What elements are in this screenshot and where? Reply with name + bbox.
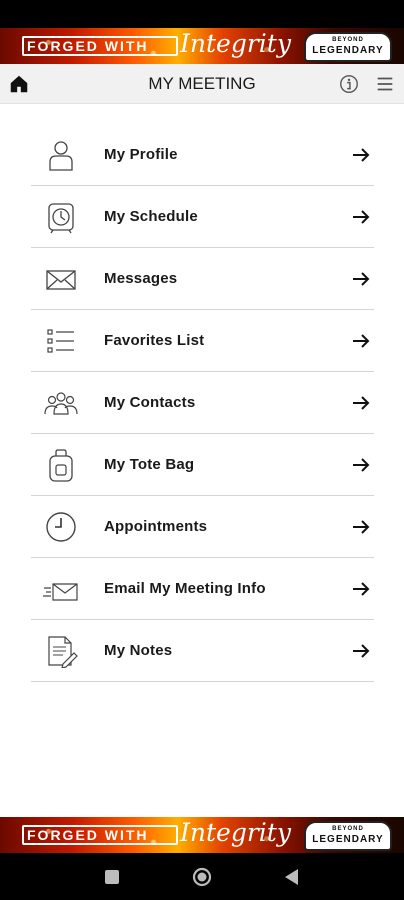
group-icon	[44, 392, 78, 415]
badge-bottom-text: LEGENDARY	[312, 45, 384, 56]
arrow-right-icon	[353, 644, 370, 658]
banner-forged-text: FORGED WITH	[22, 36, 178, 56]
menu-item-label: My Profile	[104, 146, 178, 163]
arrow-right-icon	[353, 396, 370, 410]
badge-top-text: BEYOND	[332, 37, 364, 43]
envelope-icon	[46, 270, 76, 290]
arrow-right-icon	[353, 458, 370, 472]
back-triangle-icon[interactable]	[281, 866, 303, 888]
menu-item-label: Favorites List	[104, 332, 205, 349]
arrow-right-icon	[353, 210, 370, 224]
menu-item-appointments[interactable]: Appointments	[31, 496, 374, 558]
menu-item-label: My Notes	[104, 642, 173, 659]
menu-item-my-profile[interactable]: My Profile	[31, 124, 374, 186]
clock-icon	[46, 512, 76, 542]
main-content: My Profile My Schedule Messages Favorite…	[0, 104, 404, 817]
notes-icon	[48, 636, 78, 668]
recents-square-icon[interactable]	[101, 866, 123, 888]
menu-item-label: My Schedule	[104, 208, 198, 225]
info-icon[interactable]	[338, 73, 360, 95]
menu-item-my-contacts[interactable]: My Contacts	[31, 372, 374, 434]
home-circle-icon[interactable]	[191, 866, 213, 888]
banner-badge: BEYOND LEGENDARY	[304, 32, 392, 62]
banner-forged-text: FORGED WITH	[22, 825, 178, 845]
top-ad-banner[interactable]: FORGED WITH Integrity BEYOND LEGENDARY	[0, 28, 404, 64]
badge-top-text: BEYOND	[332, 826, 364, 832]
menu-item-my-tote-bag[interactable]: My Tote Bag	[31, 434, 374, 496]
menu-item-label: My Tote Bag	[104, 456, 195, 473]
meeting-menu-list: My Profile My Schedule Messages Favorite…	[31, 124, 374, 682]
arrow-right-icon	[353, 272, 370, 286]
hamburger-menu-icon[interactable]	[374, 73, 396, 95]
menu-item-email-my-meeting-info[interactable]: Email My Meeting Info	[31, 558, 374, 620]
arrow-right-icon	[353, 334, 370, 348]
menu-item-label: Messages	[104, 270, 178, 287]
checklist-icon	[47, 329, 74, 353]
menu-item-label: Email My Meeting Info	[104, 580, 266, 597]
arrow-right-icon	[353, 520, 370, 534]
menu-item-messages[interactable]: Messages	[31, 248, 374, 310]
status-bar	[0, 0, 404, 28]
banner-badge: BEYOND LEGENDARY	[304, 821, 392, 851]
person-icon	[49, 141, 73, 171]
system-nav-bar	[0, 853, 404, 900]
badge-bottom-text: LEGENDARY	[312, 834, 384, 845]
arrow-right-icon	[353, 582, 370, 596]
menu-item-my-notes[interactable]: My Notes	[31, 620, 374, 682]
email-send-icon	[43, 583, 78, 601]
menu-item-label: Appointments	[104, 518, 208, 535]
alarm-clock-icon	[48, 203, 74, 234]
bag-icon	[49, 449, 73, 482]
banner-integrity-text: Integrity	[180, 818, 291, 847]
arrow-right-icon	[353, 148, 370, 162]
menu-item-my-schedule[interactable]: My Schedule	[31, 186, 374, 248]
bottom-ad-banner[interactable]: FORGED WITH Integrity BEYOND LEGENDARY	[0, 817, 404, 853]
menu-item-label: My Contacts	[104, 394, 196, 411]
app-header: MY MEETING	[0, 64, 404, 104]
banner-integrity-text: Integrity	[180, 29, 291, 58]
menu-item-favorites-list[interactable]: Favorites List	[31, 310, 374, 372]
